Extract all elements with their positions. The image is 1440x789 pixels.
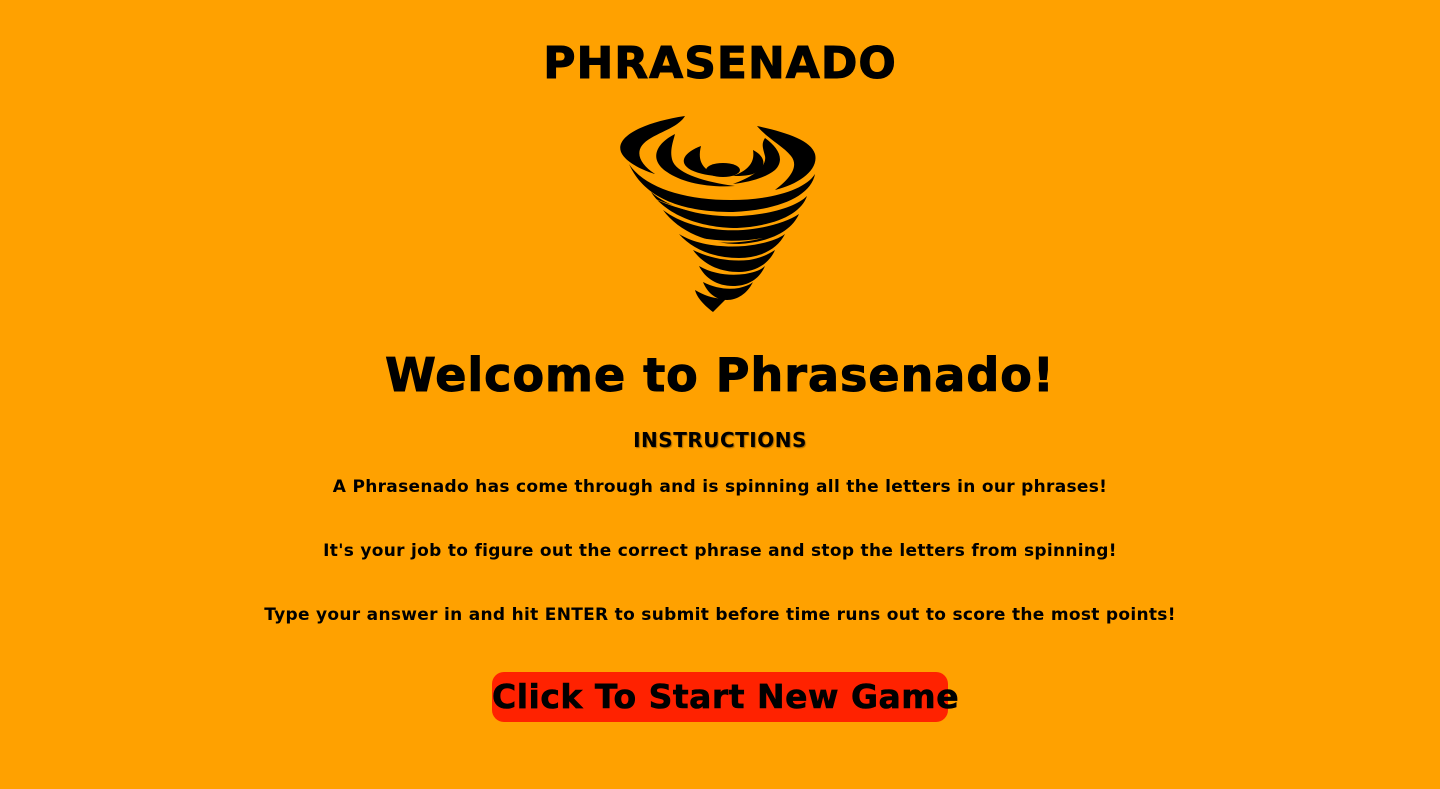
tornado-icon (620, 116, 816, 312)
instruction-line: A Phrasenado has come through and is spi… (332, 477, 1108, 497)
start-screen: PHRASENADO Welcome to Phrasenado! INSTRU… (0, 0, 1440, 789)
instruction-line: Type your answer in and hit ENTER to sub… (264, 605, 1176, 625)
game-logo-title: PHRASENADO (543, 38, 897, 90)
instruction-line: It's your job to figure out the correct … (323, 541, 1117, 561)
instructions-heading: INSTRUCTIONS (633, 428, 807, 452)
start-new-game-button[interactable]: Click To Start New Game (492, 672, 959, 722)
welcome-heading: Welcome to Phrasenado! (385, 348, 1055, 403)
